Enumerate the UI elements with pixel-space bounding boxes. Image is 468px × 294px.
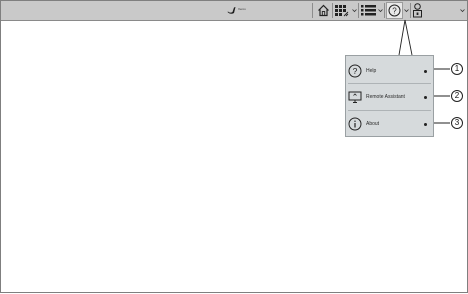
callout-number: 3 <box>451 117 463 129</box>
callout-anchor <box>424 123 427 126</box>
monitor-icon <box>348 91 362 103</box>
menu-item-help[interactable]: ? Help <box>346 58 433 84</box>
menu-item-label: Help <box>366 68 377 74</box>
menu-item-about[interactable]: About <box>346 111 433 137</box>
info-circle-icon <box>348 117 362 131</box>
svg-text:?: ? <box>353 66 358 76</box>
callout-number: 1 <box>451 63 463 75</box>
menu-item-remote-assistant[interactable]: Remote Assistant <box>346 84 433 110</box>
menu-item-label: Remote Assistant <box>366 94 405 100</box>
callout-lines <box>398 19 450 124</box>
menu-item-label: About <box>366 121 380 127</box>
callout-anchor <box>424 96 427 99</box>
help-menu: ? Help Remote Assistant About <box>345 55 434 137</box>
question-circle-icon: ? <box>348 64 362 78</box>
callout-anchor <box>424 70 427 73</box>
device-screen: Xerox ? ? Help Remote Assistant About 1 … <box>0 0 468 293</box>
callout-number: 2 <box>451 90 463 102</box>
